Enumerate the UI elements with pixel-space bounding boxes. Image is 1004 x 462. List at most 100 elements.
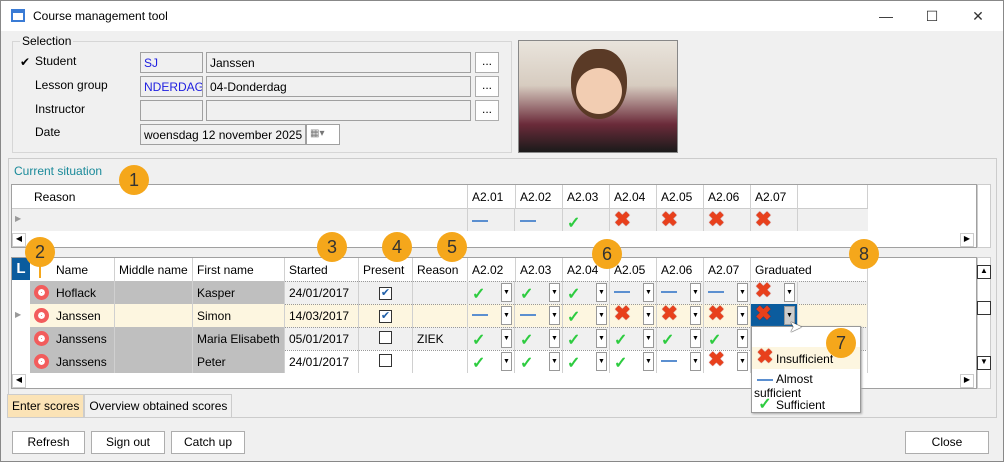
- grade-dropdown-button[interactable]: ▼: [596, 329, 607, 348]
- grade-dropdown-button[interactable]: ▼: [501, 352, 512, 371]
- col-header[interactable]: Present: [359, 258, 413, 281]
- grade-dropdown-button[interactable]: ▼: [690, 329, 701, 348]
- grade-cell[interactable]: ▼: [657, 350, 704, 373]
- col-header[interactable]: Reason: [413, 258, 468, 281]
- student-browse-button[interactable]: ...: [475, 52, 499, 73]
- grade-cell[interactable]: ✖ ▼: [751, 281, 798, 304]
- grade-dropdown-button[interactable]: ▼: [737, 329, 748, 348]
- col-header[interactable]: Started: [285, 258, 359, 281]
- cell-reason[interactable]: [413, 350, 468, 373]
- lesson-group-name-field[interactable]: 04-Donderdag: [206, 76, 471, 97]
- scroll-thumb[interactable]: [977, 301, 991, 315]
- grade-dropdown-button[interactable]: ▼: [643, 352, 654, 371]
- close-button[interactable]: Close: [905, 431, 989, 454]
- col-header[interactable]: Middle name: [115, 258, 193, 281]
- maximize-button[interactable]: ☐: [909, 1, 955, 31]
- instructor-name-field[interactable]: [206, 100, 471, 121]
- present-checkbox[interactable]: ✔: [379, 310, 392, 323]
- grade-cell[interactable]: ✖ ▼: [657, 304, 704, 327]
- cell-reason[interactable]: [413, 281, 468, 304]
- grade-cell[interactable]: ✓ ▼: [516, 350, 563, 373]
- col-header[interactable]: A2.02: [468, 258, 516, 281]
- grade-cell[interactable]: ▼: [704, 281, 751, 304]
- col-header-grade[interactable]: A2.04: [610, 185, 657, 208]
- col-header-grade[interactable]: A2.01: [468, 185, 516, 208]
- grade-cell[interactable]: ▼: [468, 304, 515, 327]
- grade-dropdown-button[interactable]: ▼: [501, 283, 512, 302]
- grade-dropdown-button[interactable]: ▼: [737, 306, 748, 325]
- grade-dropdown-button[interactable]: ▼: [549, 352, 560, 371]
- cell-reason[interactable]: ZIEK: [413, 327, 468, 350]
- grade-dropdown-button[interactable]: ▼: [784, 283, 795, 302]
- grade-cell[interactable]: ▼: [657, 281, 704, 304]
- col-header-reason[interactable]: Reason: [30, 185, 468, 208]
- dropdown-option-almost-sufficient[interactable]: Almost sufficient: [752, 369, 860, 400]
- grade-cell[interactable]: ✓ ▼: [468, 281, 515, 304]
- tab-overview-obtained-scores[interactable]: Overview obtained scores: [84, 394, 233, 418]
- col-header[interactable]: Name: [52, 258, 115, 281]
- col-header-grade[interactable]: A2.05: [657, 185, 704, 208]
- grade-cell[interactable]: ✖ ▼: [610, 304, 657, 327]
- scroll-right-button[interactable]: ▶: [960, 374, 974, 388]
- col-header-grade[interactable]: A2.07: [751, 185, 798, 208]
- scroll-left-button[interactable]: ◀: [12, 374, 26, 388]
- grade-cell[interactable]: ✓ ▼: [468, 350, 515, 373]
- grade-cell[interactable]: ✓ ▼: [610, 350, 657, 373]
- grade-dropdown-button[interactable]: ▼: [549, 306, 560, 325]
- grade-dropdown-button[interactable]: ▼: [737, 352, 748, 371]
- grade-cell[interactable]: ✖ ▼: [704, 304, 751, 327]
- grade-cell[interactable]: ✓ ▼: [563, 327, 610, 350]
- grade-dropdown-button[interactable]: ▼: [737, 283, 748, 302]
- tab-enter-scores[interactable]: Enter scores: [7, 394, 85, 418]
- grade-dropdown-button[interactable]: ▼: [596, 306, 607, 325]
- grade-cell[interactable]: ✓ ▼: [610, 327, 657, 350]
- grade-dropdown-button[interactable]: ▼: [690, 306, 701, 325]
- grade-cell[interactable]: ✖ ▼: [704, 350, 751, 373]
- lesson-group-code-field[interactable]: NDERDAG: [140, 76, 203, 97]
- col-header[interactable]: A2.07: [704, 258, 751, 281]
- lesson-group-browse-button[interactable]: ...: [475, 76, 499, 97]
- grade-cell[interactable]: ✓ ▼: [516, 327, 563, 350]
- grade-dropdown-button[interactable]: ▼: [643, 306, 654, 325]
- instructor-browse-button[interactable]: ...: [475, 100, 499, 121]
- grade-cell[interactable]: ✓ ▼: [516, 281, 563, 304]
- student-checkbox[interactable]: ✔: [20, 55, 30, 69]
- minimize-button[interactable]: —: [863, 1, 909, 31]
- scroll-right-button[interactable]: ▶: [960, 233, 974, 247]
- cell-graduated[interactable]: [798, 281, 868, 304]
- sign-out-button[interactable]: Sign out: [91, 431, 165, 454]
- instructor-code-field[interactable]: [140, 100, 203, 121]
- grade-dropdown-button[interactable]: ▼: [549, 329, 560, 348]
- col-header-grade[interactable]: A2.02: [516, 185, 563, 208]
- scroll-left-button[interactable]: ◀: [12, 233, 26, 247]
- close-window-button[interactable]: ✕: [955, 1, 1001, 31]
- col-header[interactable]: A2.06: [657, 258, 704, 281]
- scroll-down-button[interactable]: ▼: [977, 356, 991, 370]
- grade-dropdown-button[interactable]: ▼: [549, 283, 560, 302]
- date-field[interactable]: woensdag 12 november 2025: [140, 124, 306, 145]
- grade-dropdown-button[interactable]: ▼: [596, 352, 607, 371]
- cell-graduated[interactable]: [798, 304, 868, 327]
- grade-cell[interactable]: ✓ ▼: [563, 281, 610, 304]
- present-checkbox[interactable]: ✔: [379, 287, 392, 300]
- grade-cell[interactable]: ✓ ▼: [468, 327, 515, 350]
- student-name-field[interactable]: Janssen: [206, 52, 471, 73]
- present-checkbox[interactable]: [379, 354, 392, 367]
- col-header-grade[interactable]: A2.06: [704, 185, 751, 208]
- grade-dropdown-button[interactable]: ▼: [643, 283, 654, 302]
- dropdown-option-sufficient[interactable]: ✓ Sufficient: [752, 391, 860, 413]
- grade-dropdown-button[interactable]: ▼: [690, 283, 701, 302]
- grade-dropdown-button[interactable]: ▼: [501, 306, 512, 325]
- grade-dropdown-button[interactable]: ▼: [596, 283, 607, 302]
- grade-cell[interactable]: ✓ ▼: [704, 327, 751, 350]
- grade-cell[interactable]: ▼: [610, 281, 657, 304]
- current-vscrollbar[interactable]: [977, 184, 991, 248]
- grade-cell[interactable]: ✓ ▼: [563, 304, 610, 327]
- grade-dropdown-button[interactable]: ▼: [501, 329, 512, 348]
- col-header[interactable]: A2.03: [516, 258, 563, 281]
- present-checkbox[interactable]: [379, 331, 392, 344]
- grade-cell[interactable]: ▼: [516, 304, 563, 327]
- catch-up-button[interactable]: Catch up: [171, 431, 245, 454]
- col-header[interactable]: First name: [193, 258, 285, 281]
- grade-cell[interactable]: ✓ ▼: [563, 350, 610, 373]
